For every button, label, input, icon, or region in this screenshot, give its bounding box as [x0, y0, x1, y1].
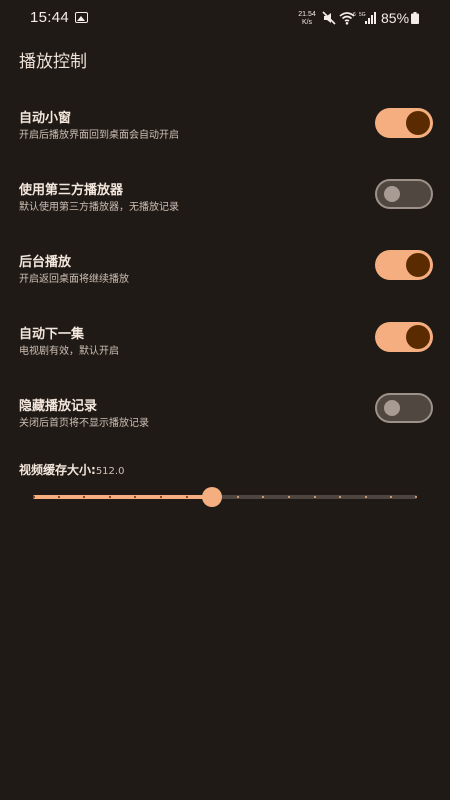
- cache-size-label-text: 视频缓存大小:: [19, 463, 96, 477]
- svg-text:5G: 5G: [359, 12, 366, 18]
- network-speed: 21.54 K/s: [296, 11, 318, 27]
- gallery-notification-icon: [75, 12, 88, 23]
- setting-subtitle: 开启返回桌面将继续播放: [19, 274, 129, 285]
- setting-title: 隐藏播放记录: [19, 399, 98, 414]
- hide-play-history-toggle[interactable]: [375, 393, 433, 423]
- wifi-icon: 6: [339, 12, 356, 25]
- setting-title: 使用第三方播放器: [19, 183, 124, 198]
- setting-row-auto-mini-window: 自动小窗 开启后播放界面回到桌面会自动开启: [0, 107, 450, 147]
- slider-tick: [314, 496, 316, 498]
- slider-tick: [339, 496, 341, 498]
- battery-icon: [411, 12, 419, 24]
- slider-tick: [33, 496, 35, 498]
- network-speed-value: 21.54: [298, 11, 316, 18]
- cache-size-value: 512.0: [95, 466, 125, 477]
- slider-tick: [58, 496, 60, 498]
- mute-icon: [322, 11, 336, 25]
- slider-thumb[interactable]: [202, 487, 222, 507]
- setting-subtitle: 默认使用第三方播放器，无播放记录: [19, 202, 179, 213]
- toggle-knob: [406, 325, 430, 349]
- battery-level: 85%: [381, 10, 410, 26]
- setting-title: 自动下一集: [19, 327, 85, 342]
- slider-tick: [83, 496, 85, 498]
- setting-subtitle: 开启后播放界面回到桌面会自动开启: [19, 130, 179, 141]
- status-bar: 15:44 21.54 K/s 6 5G 85%: [0, 0, 450, 36]
- setting-row-hide-play-history: 隐藏播放记录 关闭后首页将不显示播放记录: [0, 393, 450, 435]
- setting-row-auto-next-episode: 自动下一集 电视剧有效，默认开启: [0, 322, 450, 363]
- slider-tick: [134, 496, 136, 498]
- page-title: 播放控制: [19, 52, 87, 72]
- background-play-toggle[interactable]: [375, 250, 433, 280]
- slider-tick: [160, 496, 162, 498]
- slider-tick: [109, 496, 111, 498]
- slider-tick: [365, 496, 367, 498]
- setting-title: 自动小窗: [19, 111, 72, 126]
- setting-subtitle: 电视剧有效，默认开启: [19, 346, 119, 357]
- toggle-knob: [406, 111, 430, 135]
- slider-tick: [262, 496, 264, 498]
- slider-tick: [415, 496, 417, 498]
- status-time: 15:44: [30, 9, 70, 26]
- svg-text:6: 6: [353, 12, 356, 18]
- auto-next-episode-toggle[interactable]: [375, 322, 433, 352]
- toggle-knob: [384, 186, 400, 202]
- setting-row-background-play: 后台播放 开启返回桌面将继续播放: [0, 250, 450, 291]
- slider-tick: [390, 496, 392, 498]
- setting-title: 后台播放: [19, 255, 72, 270]
- setting-row-third-party-player: 使用第三方播放器 默认使用第三方播放器，无播放记录: [0, 179, 450, 219]
- cache-size-label: 视频缓存大小:512.0: [19, 461, 124, 478]
- slider-tick: [288, 496, 290, 498]
- setting-subtitle: 关闭后首页将不显示播放记录: [19, 418, 149, 429]
- signal-5g-icon: 5G: [359, 12, 376, 24]
- slider-tick: [186, 496, 188, 498]
- auto-mini-window-toggle[interactable]: [375, 108, 433, 138]
- slider-tick: [237, 496, 239, 498]
- cache-size-slider[interactable]: [33, 487, 417, 507]
- toggle-knob: [406, 253, 430, 277]
- toggle-knob: [384, 400, 400, 416]
- network-speed-unit: K/s: [301, 19, 313, 26]
- third-party-player-toggle[interactable]: [375, 179, 433, 209]
